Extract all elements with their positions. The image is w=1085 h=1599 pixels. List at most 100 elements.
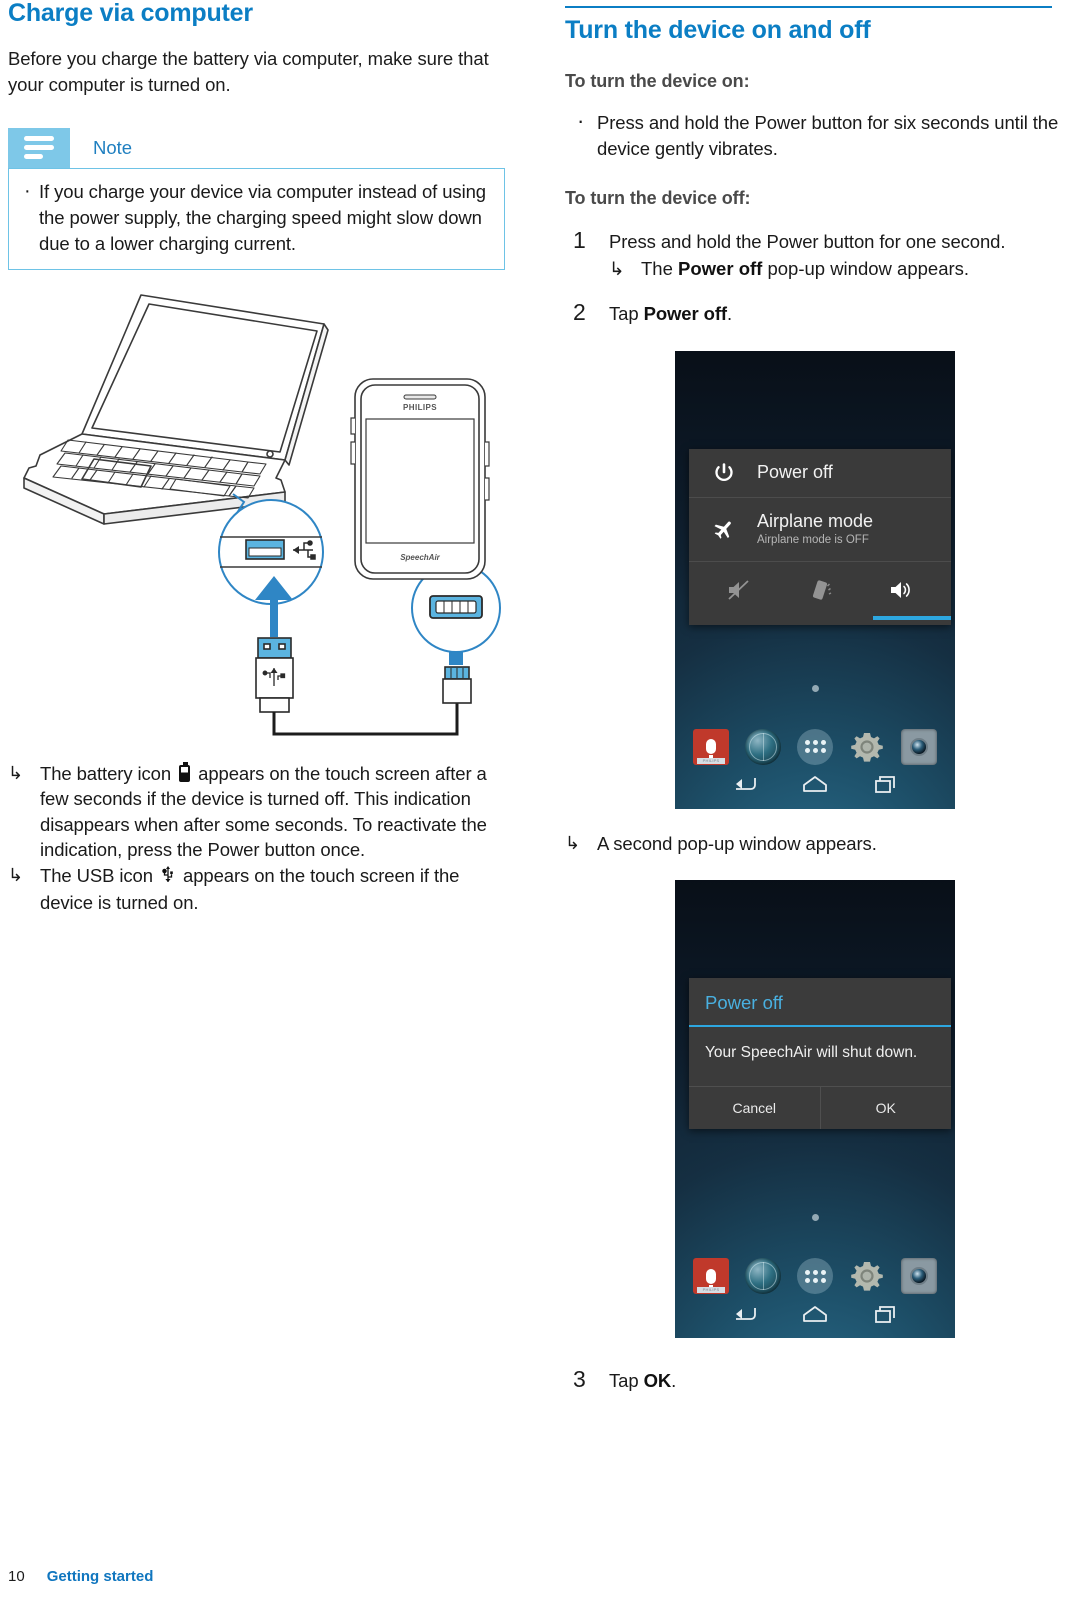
app-drawer-icon[interactable] xyxy=(797,728,833,765)
step-text: Tap OK. xyxy=(609,1368,1065,1394)
result-text-before: The battery icon xyxy=(40,762,172,784)
second-popup-result: ↳ A second pop-up window appears. xyxy=(565,831,1065,857)
screenshot-1-wrapper: Power off Airplane mode Airplane mode is… xyxy=(565,350,1065,809)
step-number: 1 xyxy=(573,226,586,253)
result-arrow-icon: ↳ xyxy=(8,762,23,783)
section-divider xyxy=(565,6,1052,8)
note-list: If you charge your device via computer i… xyxy=(19,178,492,257)
airplane-icon xyxy=(711,517,737,541)
turn-on-bullets: Press and hold the Power button for six … xyxy=(565,108,1065,162)
result-text-before: The USB icon xyxy=(40,864,153,886)
browser-globe-icon[interactable] xyxy=(745,728,781,765)
page-footer: 10 Getting started xyxy=(8,1568,153,1585)
bullet-item: Press and hold the Power button for six … xyxy=(565,108,1065,162)
sound-on-icon[interactable] xyxy=(888,578,914,607)
vibrate-icon[interactable] xyxy=(807,578,833,607)
power-off-confirm-dialog[interactable]: Power off Your SpeechAir will shut down.… xyxy=(689,978,951,1129)
dialog-button-row: Cancel OK xyxy=(689,1086,951,1129)
result-suffix: pop-up window appears. xyxy=(762,257,970,279)
power-menu-item-airplane-mode[interactable]: Airplane mode Airplane mode is OFF xyxy=(689,498,951,562)
step-text-prefix: Tap xyxy=(609,302,644,324)
home-icon[interactable] xyxy=(801,774,829,799)
step-text-bold: Power off xyxy=(643,302,727,324)
power-menu-item-label: Airplane mode xyxy=(757,510,874,531)
svg-text:PHILIPS: PHILIPS xyxy=(403,403,437,412)
subhead-turn-off: To turn the device off: xyxy=(565,187,751,208)
step-2: 2 Tap Power off. xyxy=(565,298,1065,327)
step-number: 3 xyxy=(573,1366,586,1392)
power-menu-dialog[interactable]: Power off Airplane mode Airplane mode is… xyxy=(689,448,951,625)
step-1: 1 Press and hold the Power button for on… xyxy=(565,226,1065,281)
step-text-suffix: . xyxy=(671,1370,677,1391)
voice-recorder-icon[interactable]: PHILIPS xyxy=(693,1258,729,1294)
charge-results-list: ↳ The battery icon appears on the touch … xyxy=(8,761,508,916)
android-power-menu-screenshot: Power off Airplane mode Airplane mode is… xyxy=(675,350,955,809)
home-icon[interactable] xyxy=(801,1304,829,1329)
back-icon[interactable] xyxy=(731,1304,757,1329)
result-arrow-icon: ↳ xyxy=(565,832,580,853)
result-bold: Power off xyxy=(678,257,763,279)
result-battery-icon-item: ↳ The battery icon appears on the touch … xyxy=(8,761,508,863)
ok-button[interactable]: OK xyxy=(819,1087,952,1129)
power-menu-item-sublabel: Airplane mode is OFF xyxy=(757,533,869,546)
note-body: If you charge your device via computer i… xyxy=(8,167,505,270)
laptop-usb-connection-diagram: PHILIPS SpeechAir xyxy=(8,282,505,747)
android-power-off-confirm-screenshot: Power off Your SpeechAir will shut down.… xyxy=(675,880,955,1338)
step-text: Tap Power off. xyxy=(609,301,1065,327)
camera-icon[interactable] xyxy=(901,1258,937,1294)
note-lines-icon xyxy=(8,127,70,168)
step-text-suffix: . xyxy=(726,302,733,324)
intro-paragraph: Before you charge the battery via comput… xyxy=(8,47,489,95)
step-text-prefix: Tap xyxy=(609,1370,644,1391)
manual-page: Charge via computer Before you charge th… xyxy=(0,0,1085,1599)
result-prefix: The xyxy=(641,257,679,279)
home-page-indicator xyxy=(675,1208,955,1226)
back-icon[interactable] xyxy=(731,774,757,799)
subhead-turn-on: To turn the device on: xyxy=(565,70,750,91)
dialog-title: Power off xyxy=(689,978,951,1027)
svg-text:SpeechAir: SpeechAir xyxy=(400,553,440,562)
step-3: 3 Tap OK. xyxy=(565,1366,1065,1394)
step-result: ↳ The Power off pop-up window appears. xyxy=(609,256,1065,281)
android-navigation-bar xyxy=(675,765,955,809)
power-menu-item-label: Power off xyxy=(757,462,833,482)
home-page-indicator xyxy=(675,679,955,697)
camera-icon[interactable] xyxy=(901,728,937,765)
result-item: ↳ A second pop-up window appears. xyxy=(565,831,1065,857)
mute-icon[interactable] xyxy=(726,578,752,607)
page-title-charge-via-computer: Charge via computer xyxy=(8,0,253,27)
step-number: 2 xyxy=(573,298,586,325)
left-column: Charge via computer Before you charge th… xyxy=(8,0,508,916)
app-dock: PHILIPS xyxy=(675,1258,955,1294)
recents-icon[interactable] xyxy=(873,1304,899,1329)
note-list-item: If you charge your device via computer i… xyxy=(19,178,492,257)
android-navigation-bar xyxy=(675,1294,955,1338)
power-icon xyxy=(711,462,737,484)
voice-recorder-icon[interactable]: PHILIPS xyxy=(693,728,729,765)
app-drawer-icon[interactable] xyxy=(797,1258,833,1294)
screenshot-2-wrapper: Power off Your SpeechAir will shut down.… xyxy=(565,880,1065,1338)
usb-icon xyxy=(162,865,174,891)
chapter-name: Getting started xyxy=(46,1568,154,1585)
settings-gear-icon[interactable] xyxy=(849,729,885,765)
dialog-message: Your SpeechAir will shut down. xyxy=(705,1044,918,1061)
result-arrow-icon: ↳ xyxy=(8,864,23,885)
right-column: Turn the device on and off To turn the d… xyxy=(565,0,1065,1394)
recents-icon[interactable] xyxy=(873,774,899,799)
result-text: A second pop-up window appears. xyxy=(597,832,877,854)
result-arrow-icon: ↳ xyxy=(609,257,625,279)
page-title-turn-device-on-off: Turn the device on and off xyxy=(565,16,871,44)
battery-icon xyxy=(179,761,191,782)
step-text: Press and hold the Power button for one … xyxy=(609,230,1006,252)
volume-slider[interactable] xyxy=(873,615,951,620)
note-callout: Note If you charge your device via compu… xyxy=(8,127,505,270)
app-dock: PHILIPS xyxy=(675,728,955,765)
sound-mode-row[interactable] xyxy=(689,562,951,625)
power-menu-item-power-off[interactable]: Power off xyxy=(689,449,951,498)
browser-globe-icon[interactable] xyxy=(745,1258,781,1294)
settings-gear-icon[interactable] xyxy=(849,1258,885,1294)
note-header: Note xyxy=(8,127,505,168)
note-label: Note xyxy=(93,136,133,158)
cancel-button[interactable]: Cancel xyxy=(689,1087,820,1129)
result-usb-icon-item: ↳ The USB icon appears on the touch scre… xyxy=(8,863,508,916)
